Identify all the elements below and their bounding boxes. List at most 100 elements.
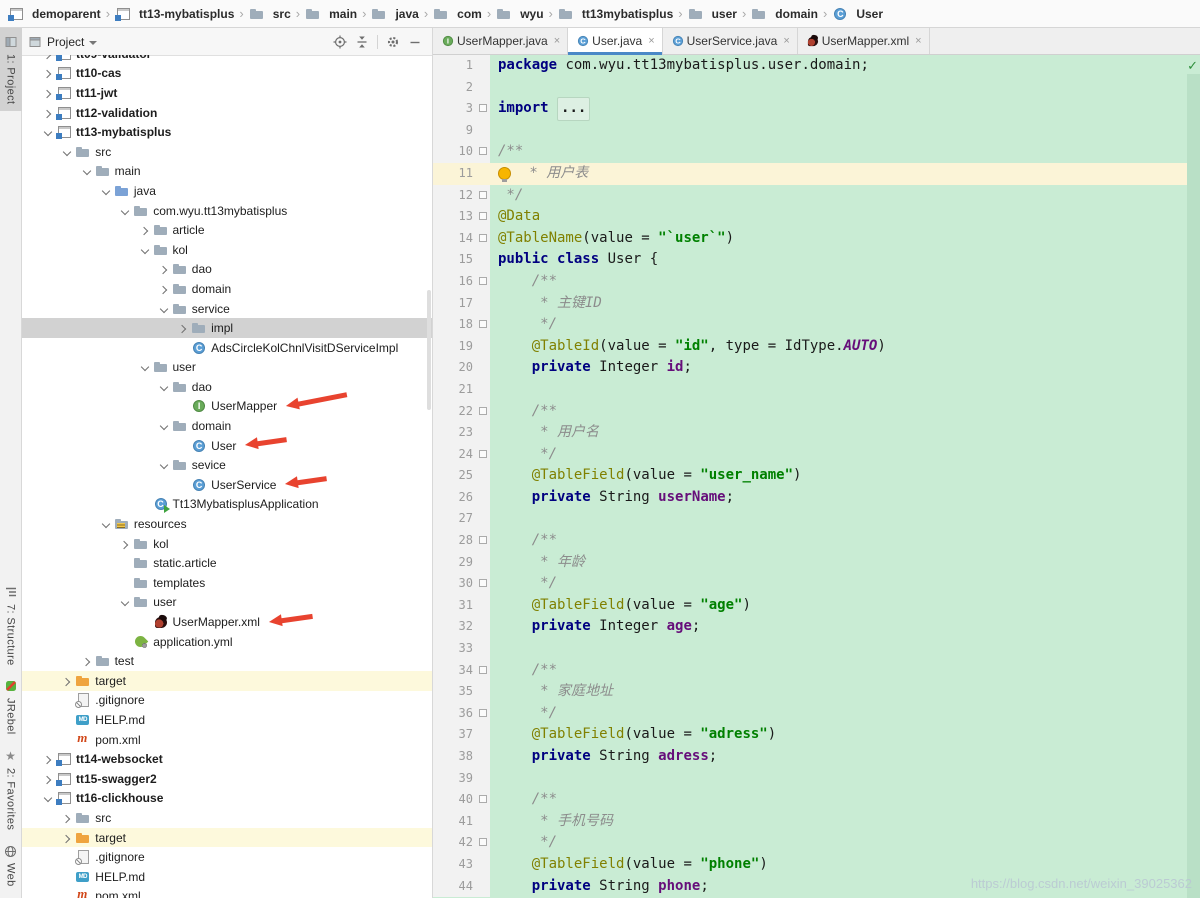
code-text[interactable]: @TableField(value = "phone") bbox=[490, 854, 1200, 876]
code-line[interactable]: 9 bbox=[433, 120, 1200, 142]
code-text[interactable]: */ bbox=[490, 703, 1200, 725]
code-text[interactable]: /** bbox=[490, 401, 1200, 423]
code-line[interactable]: 29 * 年龄 bbox=[433, 552, 1200, 574]
locate-icon[interactable] bbox=[333, 35, 347, 49]
code-line[interactable]: 20 private Integer id; bbox=[433, 357, 1200, 379]
tree-item-dao[interactable]: dao bbox=[22, 260, 432, 280]
chevron-expanded-icon[interactable] bbox=[79, 163, 95, 179]
code-text[interactable]: /** bbox=[490, 789, 1200, 811]
code-line[interactable]: 19 @TableId(value = "id", type = IdType.… bbox=[433, 336, 1200, 358]
tree-item-tt13-mybatisplus[interactable]: tt13-mybatisplus bbox=[22, 122, 432, 142]
code-line[interactable]: 1package com.wyu.tt13mybatisplus.user.do… bbox=[433, 55, 1200, 77]
breadcrumb-item[interactable]: tt13-mybatisplus bbox=[115, 6, 234, 22]
breadcrumb-item[interactable]: tt13mybatisplus bbox=[558, 6, 673, 22]
chevron-collapsed-icon[interactable] bbox=[59, 830, 75, 846]
tree-item-tt10-cas[interactable]: tt10-cas bbox=[22, 64, 432, 84]
tree-item-target[interactable]: target bbox=[22, 828, 432, 848]
chevron-expanded-icon[interactable] bbox=[137, 359, 153, 375]
tool-window-button-web[interactable]: Web bbox=[0, 837, 22, 894]
code-line[interactable]: 33 bbox=[433, 638, 1200, 660]
code-line[interactable]: 28 /** bbox=[433, 530, 1200, 552]
code-text[interactable]: * 用户名 bbox=[490, 422, 1200, 444]
code-text[interactable]: @TableField(value = "user_name") bbox=[490, 465, 1200, 487]
tree-item-kol[interactable]: kol bbox=[22, 534, 432, 554]
breadcrumb-item[interactable]: User bbox=[832, 6, 883, 22]
project-panel-title[interactable]: Project bbox=[47, 35, 84, 49]
code-line[interactable]: 24 */ bbox=[433, 444, 1200, 466]
code-line[interactable]: 37 @TableField(value = "adress") bbox=[433, 724, 1200, 746]
chevron-collapsed-icon[interactable] bbox=[156, 281, 172, 297]
code-text[interactable]: private Integer id; bbox=[490, 357, 1200, 379]
editor-scrollbar[interactable] bbox=[1187, 74, 1200, 898]
code-text[interactable]: * 用户表 bbox=[490, 163, 1200, 185]
code-line[interactable]: 25 @TableField(value = "user_name") bbox=[433, 465, 1200, 487]
code-text[interactable]: @Data bbox=[490, 206, 1200, 228]
fold-marker[interactable] bbox=[479, 838, 487, 846]
chevron-collapsed-icon[interactable] bbox=[175, 320, 191, 336]
tree-item-com.wyu.tt13mybatisplus[interactable]: com.wyu.tt13mybatisplus bbox=[22, 201, 432, 221]
breadcrumb-item[interactable]: domain bbox=[751, 6, 818, 22]
chevron-expanded-icon[interactable] bbox=[156, 418, 172, 434]
code-line[interactable]: 35 * 家庭地址 bbox=[433, 681, 1200, 703]
tree-item-pom.xml[interactable]: pom.xml bbox=[22, 730, 432, 750]
chevron-collapsed-icon[interactable] bbox=[40, 65, 56, 81]
code-text[interactable] bbox=[490, 77, 1200, 99]
code-line[interactable]: 15public class User { bbox=[433, 249, 1200, 271]
code-line[interactable]: 16 /** bbox=[433, 271, 1200, 293]
tree-item-user[interactable]: user bbox=[22, 593, 432, 613]
code-text[interactable]: /** bbox=[490, 141, 1200, 163]
collapse-all-icon[interactable] bbox=[355, 35, 369, 49]
code-text[interactable]: private Integer age; bbox=[490, 616, 1200, 638]
code-text[interactable] bbox=[490, 638, 1200, 660]
inspection-ok-icon[interactable]: ✓ bbox=[1187, 58, 1198, 74]
tree-item-domain[interactable]: domain bbox=[22, 416, 432, 436]
tree-item-templates[interactable]: templates bbox=[22, 573, 432, 593]
breadcrumb-item[interactable]: src bbox=[249, 6, 291, 22]
code-text[interactable] bbox=[490, 120, 1200, 142]
fold-marker[interactable] bbox=[479, 450, 487, 458]
code-text[interactable]: */ bbox=[490, 573, 1200, 595]
chevron-down-icon[interactable] bbox=[89, 41, 97, 45]
tree-item-tt11-jwt[interactable]: tt11-jwt bbox=[22, 83, 432, 103]
tool-window-button-7-structure[interactable]: 7: Structure bbox=[0, 578, 22, 673]
fold-marker[interactable] bbox=[479, 536, 487, 544]
tree-item-static.article[interactable]: static.article bbox=[22, 553, 432, 573]
tree-item-userservice[interactable]: UserService bbox=[22, 475, 432, 495]
settings-icon[interactable] bbox=[386, 35, 400, 49]
chevron-expanded-icon[interactable] bbox=[156, 301, 172, 317]
tab-user-java[interactable]: User.java× bbox=[568, 28, 662, 54]
code-line[interactable]: 13@Data bbox=[433, 206, 1200, 228]
chevron-collapsed-icon[interactable] bbox=[40, 85, 56, 101]
tree-item-usermapper[interactable]: UserMapper bbox=[22, 397, 432, 417]
code-text[interactable] bbox=[490, 379, 1200, 401]
fold-marker[interactable] bbox=[479, 709, 487, 717]
close-tab-icon[interactable]: × bbox=[915, 36, 921, 47]
chevron-collapsed-icon[interactable] bbox=[40, 751, 56, 767]
tree-item-target[interactable]: target bbox=[22, 671, 432, 691]
tree-item-tt09-validator[interactable]: tt09-validator bbox=[22, 55, 432, 64]
code-text[interactable]: */ bbox=[490, 832, 1200, 854]
chevron-collapsed-icon[interactable] bbox=[40, 771, 56, 787]
fold-marker[interactable] bbox=[479, 795, 487, 803]
chevron-expanded-icon[interactable] bbox=[137, 242, 153, 258]
close-tab-icon[interactable]: × bbox=[554, 36, 560, 47]
hide-icon[interactable] bbox=[408, 35, 422, 49]
code-line[interactable]: 21 bbox=[433, 379, 1200, 401]
code-line[interactable]: 38 private String adress; bbox=[433, 746, 1200, 768]
code-text[interactable]: * 手机号码 bbox=[490, 811, 1200, 833]
tree-item-tt15-swagger2[interactable]: tt15-swagger2 bbox=[22, 769, 432, 789]
code-text[interactable]: */ bbox=[490, 314, 1200, 336]
tree-item-dao[interactable]: dao bbox=[22, 377, 432, 397]
code-text[interactable]: private String adress; bbox=[490, 746, 1200, 768]
tree-item-user[interactable]: user bbox=[22, 358, 432, 378]
code-line[interactable]: 10/** bbox=[433, 141, 1200, 163]
breadcrumb-item[interactable]: main bbox=[305, 6, 357, 22]
code-text[interactable]: package com.wyu.tt13mybatisplus.user.dom… bbox=[490, 55, 1200, 77]
chevron-collapsed-icon[interactable] bbox=[40, 105, 56, 121]
fold-marker[interactable] bbox=[479, 666, 487, 674]
fold-marker[interactable] bbox=[479, 212, 487, 220]
chevron-collapsed-icon[interactable] bbox=[79, 653, 95, 669]
fold-marker[interactable] bbox=[479, 147, 487, 155]
chevron-expanded-icon[interactable] bbox=[117, 594, 133, 610]
tree-item-kol[interactable]: kol bbox=[22, 240, 432, 260]
